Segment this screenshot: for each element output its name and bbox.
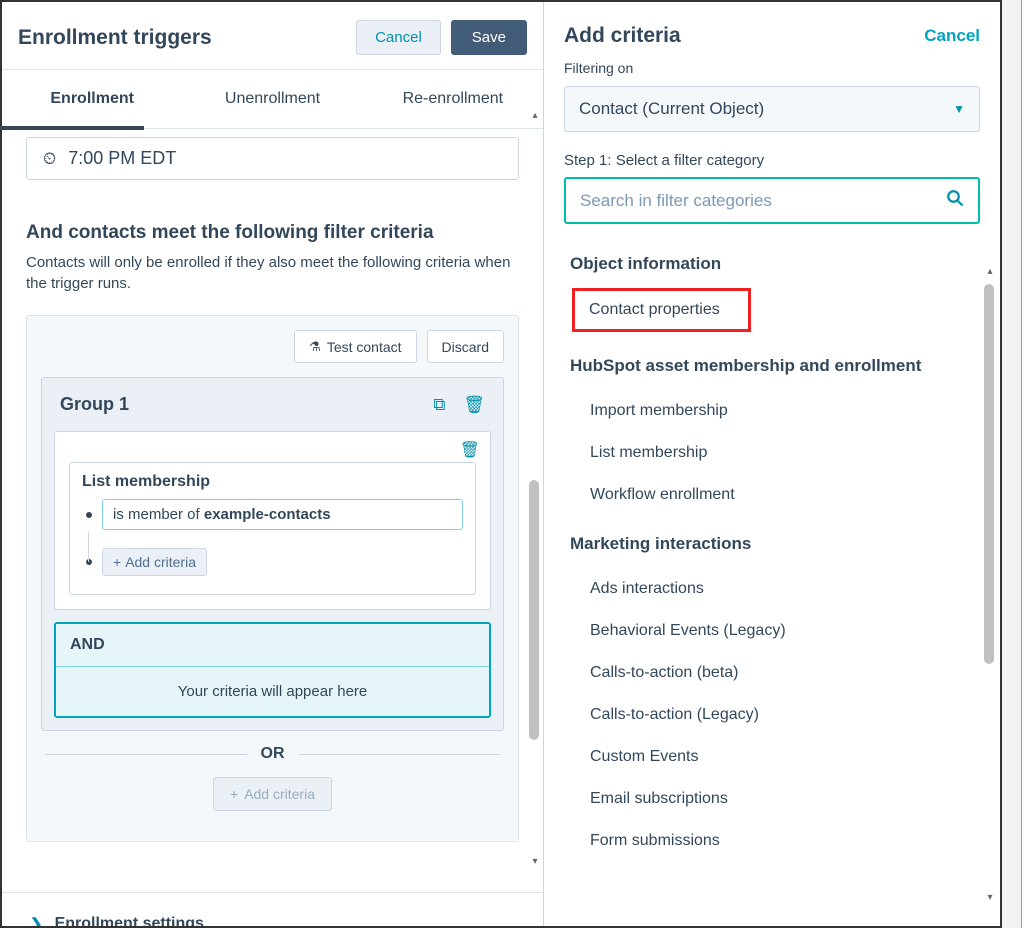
or-divider: OR [45,745,500,763]
left-header: Enrollment triggers Cancel Save [2,2,543,70]
tabs: Enrollment Unenrollment Re-enrollment [2,70,543,129]
clock-icon: ⏲ [43,149,56,169]
right-title: Add criteria [564,24,681,48]
criteria-delete-icon[interactable]: 🗑 [460,440,480,460]
criteria-add-row: +Add criteria [86,548,463,576]
right-panel: Add criteria Cancel Filtering on Contact… [544,2,1000,926]
filter-item-contact-properties[interactable]: Contact properties [572,288,751,332]
search-input[interactable] [580,191,906,211]
filter-card: Test contact Discard Group 1 ⧉ 🗑 🗑 [26,315,519,842]
group-title: Group 1 [60,394,129,415]
scroll-down-arrow-icon[interactable]: ▾ [529,856,541,870]
search-icon [946,189,964,212]
bullet-icon [86,559,92,565]
add-criteria-button[interactable]: +Add criteria [102,548,207,576]
chevron-right-icon: ❯ [30,915,43,926]
outer-strip [1002,0,1022,928]
filter-item-import-membership[interactable]: Import membership [570,390,974,432]
or-add-row: +Add criteria [41,777,504,811]
scroll-up-arrow-icon[interactable]: ▴ [529,110,541,124]
cancel-button[interactable]: Cancel [356,20,441,55]
save-button[interactable]: Save [451,20,527,55]
filter-category-list: Object information Contact properties Hu… [544,248,1000,878]
group-head-marketing: Marketing interactions [570,534,974,554]
right-scrollbar[interactable]: ▴ ▾ [984,266,996,906]
filter-item-cta-legacy[interactable]: Calls-to-action (Legacy) [570,694,974,736]
enrollment-settings-label: Enrollment settings [55,915,204,926]
scroll-down-arrow-icon[interactable]: ▾ [984,892,996,906]
criteria-inner: List membership is member of example-con… [69,462,476,595]
criteria-member-pill[interactable]: is member of example-contacts [102,499,463,530]
header-actions: Cancel Save [356,20,527,55]
schedule-time-row[interactable]: ⏲ 7:00 PM EDT [26,137,519,180]
flask-icon [309,338,321,355]
step-label: Step 1: Select a filter category [544,152,1000,177]
filter-item-list-membership[interactable]: List membership [570,432,974,474]
filter-item-cta-beta[interactable]: Calls-to-action (beta) [570,652,974,694]
criteria-label: List membership [82,473,463,491]
scroll-thumb[interactable] [984,284,994,664]
filter-item-email-subscriptions[interactable]: Email subscriptions [570,778,974,820]
plus-icon: + [113,554,121,570]
filter-item-workflow-enrollment[interactable]: Workflow enrollment [570,474,974,516]
chevron-down-icon: ▼ [953,102,965,116]
page-title: Enrollment triggers [18,26,212,50]
filter-item-custom-events[interactable]: Custom Events [570,736,974,778]
discard-button[interactable]: Discard [427,330,504,363]
scroll-up-arrow-icon[interactable]: ▴ [984,266,996,280]
right-header: Add criteria Cancel [544,2,1000,60]
section-subtext: Contacts will only be enrolled if they a… [26,252,519,296]
enrollment-settings-row[interactable]: ❯ Enrollment settings [2,892,543,926]
plus-icon: + [230,786,238,802]
right-cancel-link[interactable]: Cancel [924,26,980,46]
tab-re-enrollment[interactable]: Re-enrollment [363,70,543,128]
criteria-box: 🗑 List membership is member of example-c… [54,431,491,610]
search-container [564,177,980,224]
group-header: Group 1 ⧉ 🗑 [42,378,503,431]
left-scrollbar[interactable]: ▴ ▾ [529,110,541,870]
section-title: And contacts meet the following filter c… [26,220,519,246]
filtering-on-value: Contact (Current Object) [579,99,764,119]
filter-item-ads-interactions[interactable]: Ads interactions [570,568,974,610]
clone-icon[interactable]: ⧉ [433,395,445,415]
bullet-icon [86,512,92,518]
test-contact-button[interactable]: Test contact [294,330,416,363]
left-content: ⏲ 7:00 PM EDT And contacts meet the foll… [2,129,543,926]
criteria-member-row: is member of example-contacts [86,499,463,530]
filter-item-behavioral-events[interactable]: Behavioral Events (Legacy) [570,610,974,652]
filtering-on-select[interactable]: Contact (Current Object) ▼ [564,86,980,132]
tab-enrollment[interactable]: Enrollment [2,70,182,128]
group-card: Group 1 ⧉ 🗑 🗑 List membership is m [41,377,504,731]
and-box: AND Your criteria will appear here [54,622,491,718]
filtering-on-label: Filtering on [544,60,1000,76]
filter-card-actions: Test contact Discard [41,330,504,363]
and-label: AND [56,624,489,667]
tab-unenrollment[interactable]: Unenrollment [182,70,362,128]
or-add-criteria-button[interactable]: +Add criteria [213,777,332,811]
and-placeholder: Your criteria will appear here [56,667,489,716]
schedule-time-value: 7:00 PM EDT [68,148,176,169]
group-head-hubspot-asset: HubSpot asset membership and enrollment [570,356,974,376]
filter-item-form-submissions[interactable]: Form submissions [570,820,974,862]
trash-icon[interactable]: 🗑 [463,395,485,415]
scroll-thumb[interactable] [529,480,539,740]
group-head-object-information: Object information [570,254,974,274]
group-actions: ⧉ 🗑 [433,395,485,415]
left-panel: Enrollment triggers Cancel Save Enrollme… [2,2,544,926]
or-label: OR [261,745,285,763]
